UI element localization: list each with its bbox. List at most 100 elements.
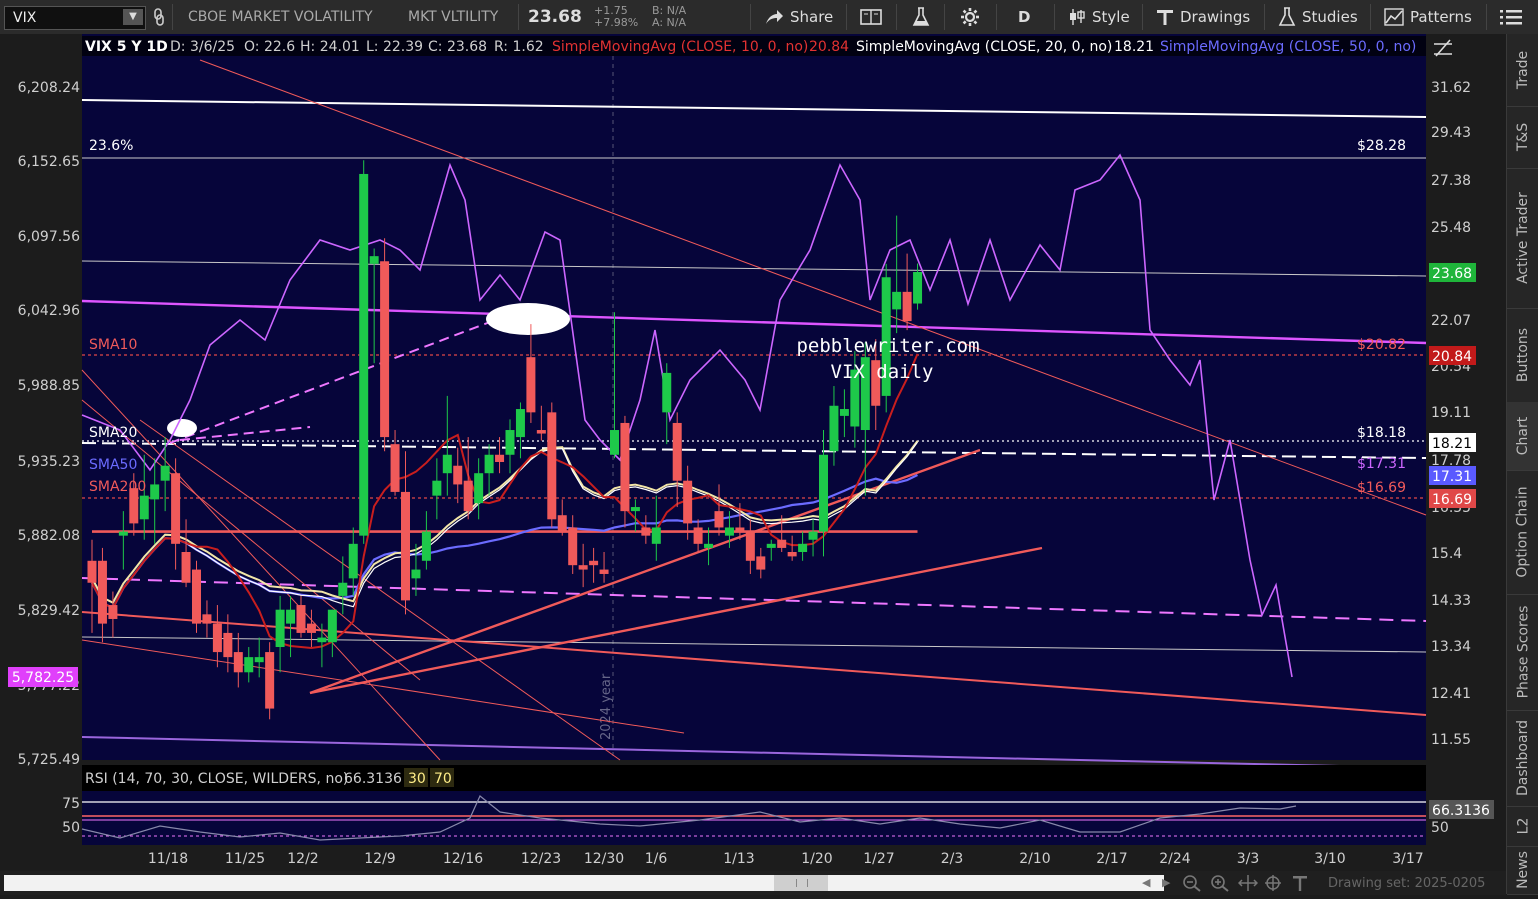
scrollbar-thumb[interactable] [774, 875, 828, 891]
menu-button[interactable] [1500, 4, 1522, 30]
candle-body[interactable] [641, 527, 651, 536]
sma50-study-label[interactable]: SimpleMovingAvg (CLOSE, 50, 0, no) [1160, 39, 1416, 55]
sma20-study-label[interactable]: SimpleMovingAvg (CLOSE, 20, 0, no) [856, 39, 1112, 55]
candle-body[interactable] [212, 623, 222, 653]
candle-body[interactable] [610, 430, 619, 455]
candle-body[interactable] [432, 480, 442, 496]
candle-body[interactable] [474, 473, 484, 504]
candle-body[interactable] [578, 565, 588, 570]
candle-body[interactable] [766, 543, 776, 548]
tab-phase-scores[interactable]: Phase Scores [1507, 594, 1538, 711]
scroll-left-icon[interactable]: ◀ [1142, 876, 1150, 889]
candle-body[interactable] [756, 556, 766, 570]
candle-body[interactable] [286, 609, 296, 624]
candle-body[interactable] [421, 531, 431, 561]
crosshair-icon[interactable] [1264, 874, 1282, 896]
candle-body[interactable] [808, 531, 818, 540]
candle-body[interactable] [672, 422, 682, 481]
candle-body[interactable] [306, 623, 316, 633]
candle-body[interactable] [902, 291, 912, 322]
tab-news[interactable]: News [1507, 846, 1538, 895]
tab-level2[interactable]: L2 [1507, 806, 1538, 847]
candle-body[interactable] [401, 491, 410, 601]
candle-body[interactable] [348, 543, 358, 579]
tab-chart[interactable]: Chart [1507, 402, 1538, 471]
candle-body[interactable] [505, 430, 515, 455]
zoom-out-icon[interactable] [1182, 874, 1202, 896]
candle-body[interactable] [892, 291, 902, 310]
candle-body[interactable] [704, 543, 714, 548]
candle-body[interactable] [557, 515, 567, 532]
candle-body[interactable] [547, 412, 557, 520]
link-icon[interactable] [152, 8, 166, 26]
candle-body[interactable] [913, 272, 923, 304]
candle-body[interactable] [495, 454, 505, 462]
candle-body[interactable] [589, 560, 599, 566]
tab-option-chain[interactable]: Option Chain [1507, 470, 1538, 595]
candle-body[interactable] [798, 543, 808, 552]
candle-body[interactable] [317, 637, 327, 643]
scroll-right-icon[interactable]: ▶ [1162, 876, 1170, 889]
candle-body[interactable] [97, 560, 107, 624]
candle-body[interactable] [819, 454, 828, 532]
candle-body[interactable] [192, 569, 201, 624]
candle-body[interactable] [254, 657, 264, 663]
share-button[interactable]: Share [764, 4, 833, 30]
candle-body[interactable] [244, 657, 254, 673]
candle-body[interactable] [411, 569, 421, 579]
candle-body[interactable] [369, 256, 379, 264]
sma10-study-label[interactable]: SimpleMovingAvg (CLOSE, 10, 0, no) [552, 39, 808, 55]
chart-canvas[interactable]: 6,208.24 6,152.65 6,097.56 6,042.96 5,98… [0, 34, 1506, 871]
candle-body[interactable] [714, 511, 724, 528]
candle-body[interactable] [181, 552, 191, 583]
studies-button[interactable]: Studies [1278, 4, 1358, 30]
candle-body[interactable] [359, 173, 369, 536]
aggregation-button[interactable]: D [1018, 4, 1030, 30]
candle-body[interactable] [599, 569, 609, 574]
zoom-in-icon[interactable] [1210, 874, 1230, 896]
candle-body[interactable] [87, 560, 97, 583]
candle-body[interactable] [683, 480, 693, 524]
pan-icon[interactable] [1237, 874, 1259, 896]
candle-body[interactable] [745, 531, 755, 561]
candle-body[interactable] [651, 527, 661, 544]
horizontal-scrollbar[interactable] [4, 875, 1164, 891]
candle-body[interactable] [275, 609, 285, 648]
candle-body[interactable] [233, 652, 243, 673]
candle-body[interactable] [150, 484, 160, 500]
candle-body[interactable] [338, 582, 348, 596]
candle-body[interactable] [160, 465, 170, 481]
candle-body[interactable] [620, 422, 630, 512]
candle-body[interactable] [515, 409, 525, 438]
candle-body[interactable] [265, 652, 275, 709]
candle-body[interactable] [380, 261, 390, 438]
candle-body[interactable] [442, 454, 452, 474]
tab-time-and-sales[interactable]: T&S [1507, 106, 1538, 169]
candle-body[interactable] [526, 357, 536, 413]
candle-body[interactable] [829, 405, 839, 452]
candle-body[interactable] [327, 609, 337, 643]
candle-body[interactable] [463, 480, 473, 512]
patterns-button[interactable]: Patterns [1384, 4, 1472, 30]
candle-body[interactable] [777, 539, 787, 548]
candle-body[interactable] [108, 605, 118, 619]
candle-body[interactable] [118, 531, 128, 536]
candle-body[interactable] [202, 614, 212, 624]
tab-active-trader[interactable]: Active Trader [1507, 168, 1538, 309]
text-drawing-icon[interactable] [1292, 874, 1308, 896]
candle-body[interactable] [390, 444, 400, 492]
style-button[interactable]: Style [1068, 4, 1130, 30]
tab-trade[interactable]: Trade [1507, 34, 1538, 107]
symbol-dropdown-icon[interactable]: ▼ [123, 9, 143, 25]
candle-body[interactable] [662, 372, 672, 413]
candle-body[interactable] [724, 527, 734, 536]
candle-body[interactable] [296, 605, 306, 633]
tab-buttons[interactable]: Buttons [1507, 308, 1538, 403]
rsi-label[interactable]: RSI (14, 70, 30, CLOSE, WILDERS, no) [85, 771, 348, 787]
candle-body[interactable] [839, 409, 849, 416]
candle-body[interactable] [171, 473, 181, 544]
settings-button[interactable] [960, 4, 980, 30]
candle-body[interactable] [568, 527, 578, 566]
candle-body[interactable] [693, 527, 703, 544]
candle-body[interactable] [536, 430, 546, 434]
